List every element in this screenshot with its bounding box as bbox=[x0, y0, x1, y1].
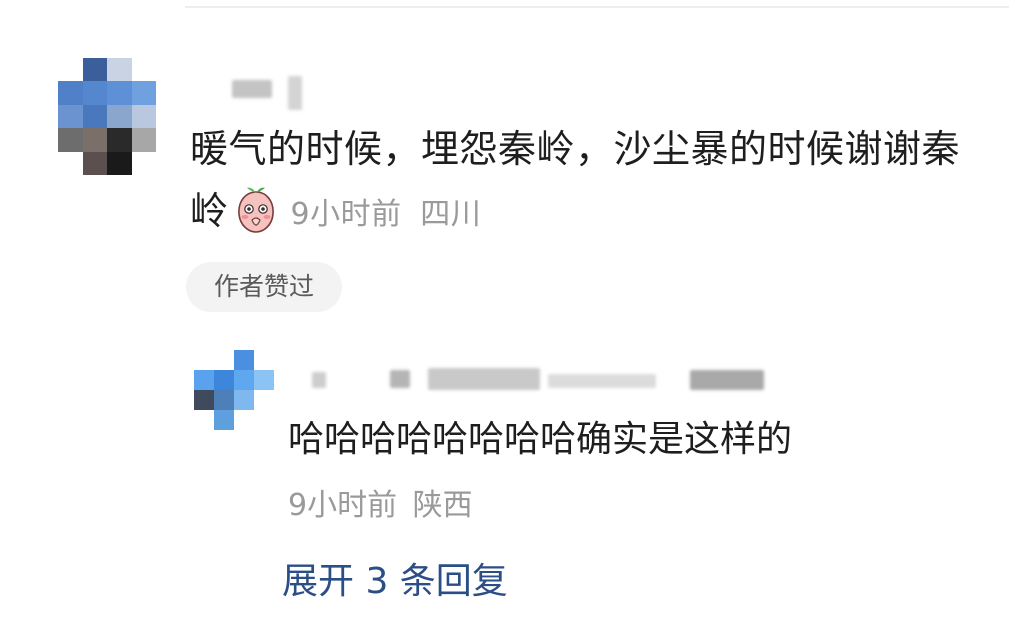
reply-body: 哈哈哈哈哈哈哈哈确实是这样的 bbox=[288, 419, 793, 460]
top-divider bbox=[185, 6, 1009, 8]
reply-location: 陕西 bbox=[412, 488, 473, 523]
commenter-name-blurred[interactable] bbox=[232, 80, 272, 98]
replier-name-blurred-part bbox=[390, 370, 410, 388]
reply-time: 9小时前 bbox=[288, 488, 398, 523]
peach-shy-emoji-icon bbox=[237, 187, 274, 233]
replier-name-blurred[interactable] bbox=[312, 372, 326, 388]
expand-replies-link[interactable]: 展开 3 条回复 bbox=[282, 556, 508, 608]
comment-location: 四川 bbox=[420, 197, 482, 232]
replier-name-blurred-part bbox=[690, 370, 764, 390]
replier-name-blurred-part bbox=[548, 374, 656, 388]
comment-time: 9小时前 bbox=[290, 197, 402, 232]
reply-meta: 9小时前 陕西 bbox=[288, 484, 473, 528]
commenter-name-blurred-part bbox=[288, 76, 302, 110]
author-liked-badge: 作者赞过 bbox=[186, 262, 342, 312]
replier-avatar[interactable] bbox=[194, 350, 274, 430]
replier-name-blurred-part bbox=[428, 368, 540, 390]
commenter-avatar[interactable] bbox=[58, 58, 156, 175]
comment-body: 暖气的时候，埋怨秦岭，沙尘暴的时候谢谢秦岭 9小时前 四川 bbox=[190, 118, 990, 246]
